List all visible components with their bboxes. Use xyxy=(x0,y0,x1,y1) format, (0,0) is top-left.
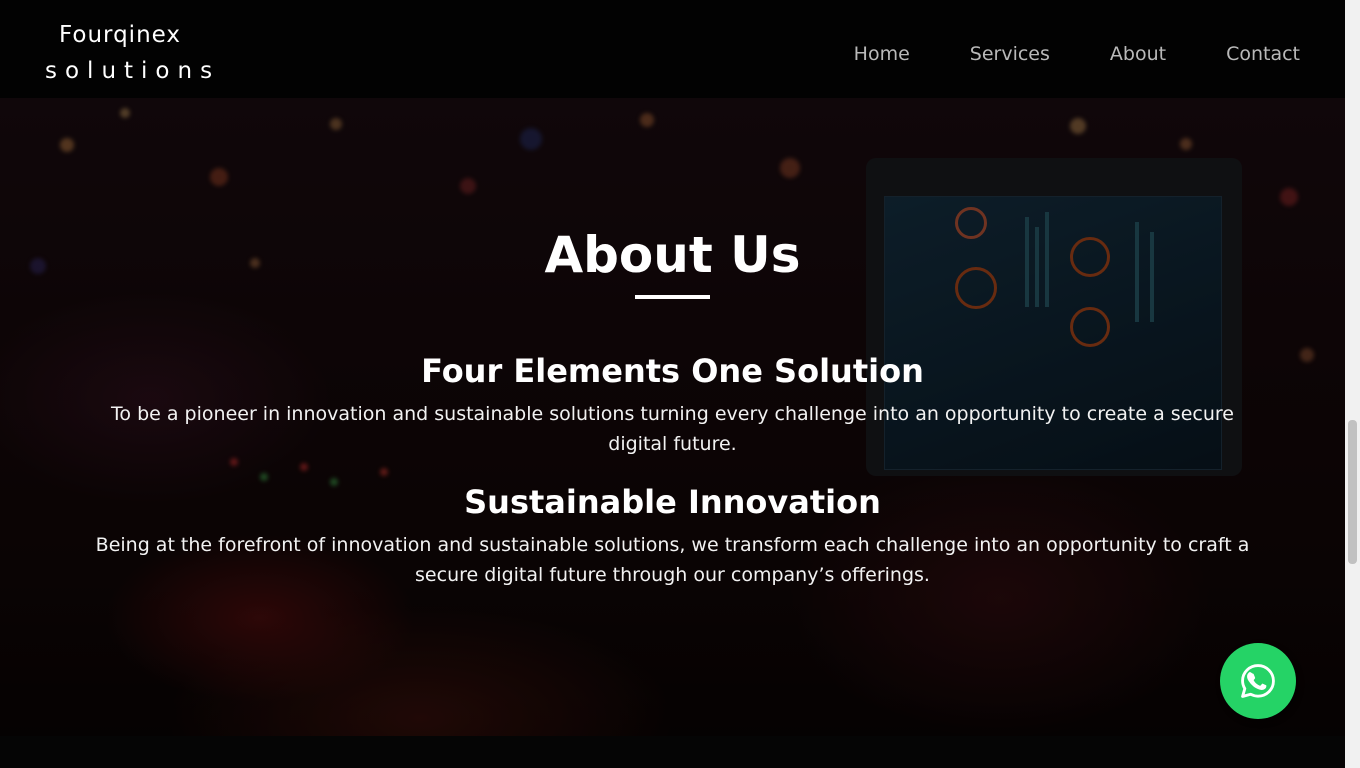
logo[interactable]: Fourqinex solutions xyxy=(45,18,221,90)
section-heading-four-elements: Four Elements One Solution xyxy=(421,352,924,390)
title-underline xyxy=(635,295,710,299)
about-section: About Us Four Elements One Solution To b… xyxy=(0,98,1345,736)
main-nav: Home Services About Contact xyxy=(854,38,1300,70)
section-text-four-elements: To be a pioneer in innovation and sustai… xyxy=(111,403,1234,455)
logo-line-2: solutions xyxy=(45,58,221,84)
whatsapp-icon xyxy=(1241,664,1275,698)
page-title: About Us xyxy=(544,226,801,284)
whatsapp-button[interactable] xyxy=(1220,643,1296,719)
nav-services[interactable]: Services xyxy=(970,38,1050,70)
section-text-sustainable-innovation: Being at the forefront of innovation and… xyxy=(95,534,1250,586)
nav-about[interactable]: About xyxy=(1110,38,1166,70)
site-header: Fourqinex solutions Home Services About … xyxy=(0,0,1345,98)
scrollbar-thumb[interactable] xyxy=(1348,420,1357,564)
page-scrollbar[interactable] xyxy=(1345,0,1360,768)
nav-contact[interactable]: Contact xyxy=(1226,38,1300,70)
nav-home[interactable]: Home xyxy=(854,38,910,70)
logo-line-1: Fourqinex xyxy=(58,22,182,48)
section-heading-sustainable-innovation: Sustainable Innovation xyxy=(464,483,881,521)
bottom-strip xyxy=(0,736,1345,768)
